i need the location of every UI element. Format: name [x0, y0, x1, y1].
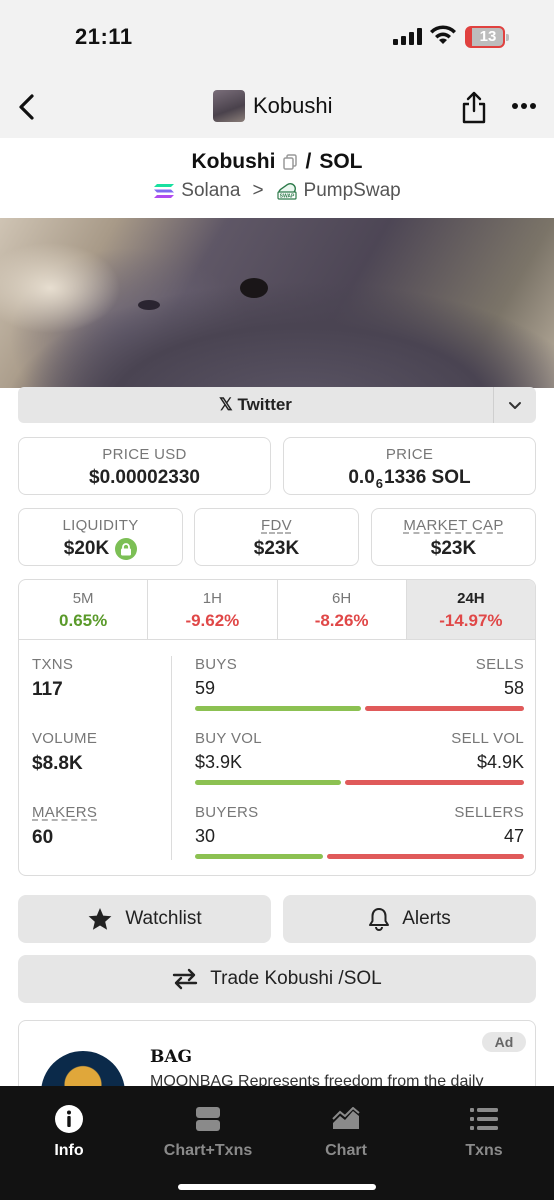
star-icon	[88, 907, 112, 930]
battery-level: 13	[479, 28, 497, 45]
banner-eye	[240, 278, 268, 298]
socials-dropdown[interactable]	[494, 401, 536, 410]
home-indicator	[178, 1184, 376, 1190]
txns-metric: TXNS 117	[32, 656, 74, 700]
copy-icon[interactable]	[283, 154, 298, 170]
buy-volume-bar-fill	[195, 780, 341, 785]
price-usd-value: $0.00002330	[89, 467, 200, 488]
info-icon	[55, 1105, 83, 1133]
volume-metric: VOLUME $8.8K	[32, 730, 98, 774]
status-time: 21:11	[75, 24, 133, 49]
alerts-button[interactable]: Alerts	[283, 895, 536, 943]
buyers-bar-fill	[195, 854, 324, 859]
token-page: Kobushi / SOL Solana > SWAP PumpSwap 𝕏 T…	[0, 138, 554, 1110]
pair-quote: SOL	[319, 150, 363, 173]
twitter-label[interactable]: 𝕏 Twitter	[18, 395, 493, 415]
dex-name[interactable]: PumpSwap	[304, 180, 401, 202]
volume-bar	[195, 780, 524, 785]
more-options-icon[interactable]	[512, 102, 536, 110]
fdv-label: FDV	[261, 517, 292, 534]
price-usd-card: PRICE USD $0.00002330	[18, 437, 271, 495]
buys-sells-split: BUYS SELLS 59 58	[195, 656, 524, 730]
list-icon	[470, 1108, 498, 1130]
liquidity-label: LIQUIDITY	[62, 517, 139, 534]
nav-title: Kobushi	[253, 93, 333, 118]
market-cap-value: $23K	[430, 538, 477, 559]
stats-right-column: BUYS SELLS 59 58 BUY VOL SELL VOL $3.9K $4.9…	[195, 656, 524, 875]
makers-metric[interactable]: MAKERS 60	[32, 804, 152, 875]
ad-badge: Ad	[482, 1032, 526, 1052]
battery-icon: 13	[465, 26, 509, 48]
price-native-card: PRICE 0.0 6 1336 SOL	[283, 437, 536, 495]
split-view-icon	[196, 1107, 220, 1131]
market-cap-label: MARKET CAP	[403, 517, 504, 534]
trading-stats-panel: 5M 0.65% 1H -9.62% 6H -8.26% 24H -14.97%…	[18, 579, 536, 876]
back-chevron-icon[interactable]	[14, 92, 38, 122]
swap-arrows-icon	[173, 968, 198, 990]
liquidity-value: $20K	[63, 538, 110, 559]
wifi-icon	[430, 25, 456, 44]
fdv-value: $23K	[253, 538, 300, 559]
sells-bar-fill	[364, 706, 524, 711]
breadcrumb-arrow: >	[252, 180, 264, 201]
tab-1h[interactable]: 1H -9.62%	[148, 580, 278, 639]
signal-icon	[393, 27, 422, 45]
market-cap-card[interactable]: MARKET CAP $23K	[371, 508, 536, 566]
chevron-down-icon[interactable]	[508, 401, 522, 410]
share-icon[interactable]	[461, 90, 487, 124]
nav-bar: Kobushi	[0, 78, 554, 138]
fdv-card[interactable]: FDV $23K	[194, 508, 359, 566]
watchlist-button[interactable]: Watchlist	[18, 895, 271, 943]
tab-5m[interactable]: 5M 0.65%	[19, 580, 149, 639]
pair-title: Kobushi / SOL	[0, 150, 554, 174]
tab-chart-txns[interactable]: Chart+Txns	[148, 1104, 268, 1160]
status-bar: 21:11 13	[0, 0, 554, 78]
price-native-value: 0.0 6 1336 SOL	[348, 467, 471, 491]
ad-token-name: BAG	[150, 1047, 193, 1067]
token-avatar	[213, 90, 245, 122]
bottom-tab-bar: Info Chart+Txns Chart Txns	[0, 1086, 554, 1200]
svg-text:SWAP: SWAP	[279, 194, 294, 200]
pair-separator: /	[305, 150, 312, 173]
buyers-sellers-bar	[195, 854, 524, 859]
buys-bar-fill	[195, 706, 361, 711]
sellers-bar-fill	[327, 854, 524, 859]
tab-info[interactable]: Info	[9, 1104, 129, 1160]
chain-breadcrumb: Solana > SWAP PumpSwap	[0, 180, 554, 202]
token-banner-image	[0, 218, 554, 388]
pumpswap-icon: SWAP	[276, 183, 297, 200]
volume-split: BUY VOL SELL VOL $3.9K $4.9K	[195, 730, 524, 804]
buys-sells-bar	[195, 706, 524, 711]
nav-title-group: Kobushi	[213, 90, 333, 122]
buyers-sellers-split: BUYERS SELLERS 30 47	[195, 804, 524, 875]
tab-chart[interactable]: Chart	[286, 1104, 406, 1160]
tab-6h[interactable]: 6H -8.26%	[278, 580, 407, 639]
bell-icon	[369, 908, 390, 931]
solana-icon	[154, 184, 175, 198]
tab-txns[interactable]: Txns	[424, 1104, 544, 1160]
liquidity-card: LIQUIDITY $20K	[18, 508, 183, 566]
sell-volume-bar-fill	[344, 780, 524, 785]
lock-icon[interactable]	[115, 538, 138, 560]
chain-name[interactable]: Solana	[181, 180, 240, 202]
area-chart-icon	[332, 1107, 360, 1129]
stats-left-column: TXNS 117 VOLUME $8.8K MAKERS 60	[32, 656, 152, 875]
tab-24h[interactable]: 24H -14.97%	[406, 580, 535, 639]
price-native-label: PRICE	[385, 446, 434, 463]
banner-nostril	[138, 300, 160, 310]
price-usd-label: PRICE USD	[102, 446, 187, 463]
trade-button[interactable]: Trade Kobushi /SOL	[18, 955, 536, 1003]
timeframe-tabs: 5M 0.65% 1H -9.62% 6H -8.26% 24H -14.97%	[19, 580, 535, 640]
pair-base: Kobushi	[191, 150, 276, 173]
twitter-link-button[interactable]: 𝕏 Twitter	[18, 387, 536, 423]
